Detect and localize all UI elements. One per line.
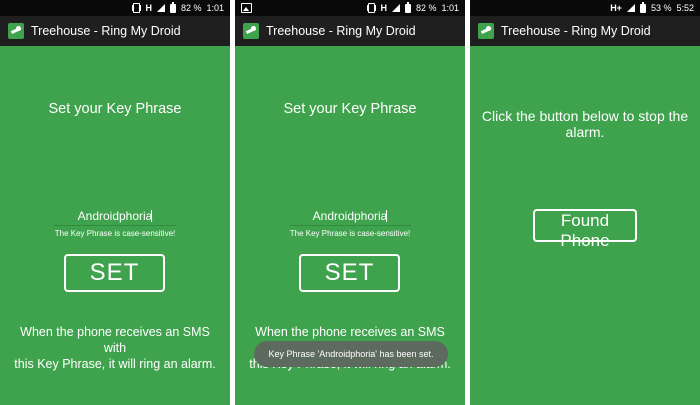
- app-bar: Treehouse - Ring My Droid: [0, 16, 230, 46]
- app-bar: Treehouse - Ring My Droid: [235, 16, 465, 46]
- phone-screen-phrase-set-toast: H 82 % 1:01 Treehouse - Ring My Droid Se…: [235, 0, 465, 405]
- key-phrase-input[interactable]: [54, 207, 176, 226]
- app-logo-icon: [478, 23, 494, 39]
- battery-level: 82 %: [415, 3, 437, 13]
- phone-screen-set-phrase: H 82 % 1:01 Treehouse - Ring My Droid Se…: [0, 0, 230, 405]
- app-title: Treehouse - Ring My Droid: [31, 24, 181, 38]
- battery-icon: [404, 1, 411, 13]
- found-phone-button[interactable]: Found Phone: [533, 209, 637, 250]
- network-type: H+: [610, 3, 622, 13]
- signal-icon: [156, 4, 165, 12]
- vibrate-icon: [368, 3, 376, 13]
- app-title: Treehouse - Ring My Droid: [266, 24, 416, 38]
- instruction-line: alarm.: [565, 124, 605, 140]
- app-bar: Treehouse - Ring My Droid: [470, 16, 700, 46]
- status-bar: H 82 % 1:01: [0, 0, 230, 16]
- text-cursor: [151, 210, 152, 222]
- page-heading: Set your Key Phrase: [283, 101, 417, 117]
- status-bar: H+ 53 % 5:52: [470, 0, 700, 16]
- set-button[interactable]: SET: [299, 254, 400, 292]
- app-logo-icon: [243, 23, 259, 39]
- case-sensitive-hint: The Key Phrase is case-sensitive!: [289, 229, 411, 238]
- case-sensitive-hint: The Key Phrase is case-sensitive!: [54, 229, 176, 238]
- set-button[interactable]: SET: [64, 254, 165, 292]
- image-notification-icon: [241, 3, 252, 13]
- app-logo-icon: [8, 23, 24, 39]
- battery-level: 82 %: [180, 3, 202, 13]
- clock: 5:52: [676, 3, 694, 13]
- app-title: Treehouse - Ring My Droid: [501, 24, 651, 38]
- instruction-line: Click the button below to stop the: [481, 108, 689, 124]
- key-phrase-input[interactable]: [289, 207, 411, 226]
- toast-message: Key Phrase 'Androidphoria' has been set.: [254, 341, 448, 367]
- vibrate-icon: [133, 3, 141, 13]
- network-type: H: [145, 3, 152, 13]
- network-type: H: [380, 3, 387, 13]
- status-bar: H 82 % 1:01: [235, 0, 465, 16]
- stop-alarm-instruction: Click the button below to stop the alarm…: [478, 108, 692, 140]
- signal-icon: [391, 4, 400, 12]
- explanation-line: this Key Phrase, it will ring an alarm.: [14, 357, 216, 371]
- battery-icon: [169, 1, 176, 13]
- page-heading: Set your Key Phrase: [48, 101, 182, 117]
- battery-icon: [639, 1, 646, 13]
- battery-level: 53 %: [650, 3, 672, 13]
- explanation-line: When the phone receives an SMS with: [20, 325, 210, 355]
- clock: 1:01: [441, 3, 459, 13]
- text-cursor: [386, 210, 387, 222]
- signal-icon: [626, 4, 635, 12]
- phone-screen-stop-alarm: H+ 53 % 5:52 Treehouse - Ring My Droid C…: [470, 0, 700, 405]
- clock: 1:01: [206, 3, 224, 13]
- explanation-text: When the phone receives an SMS with this…: [10, 324, 220, 372]
